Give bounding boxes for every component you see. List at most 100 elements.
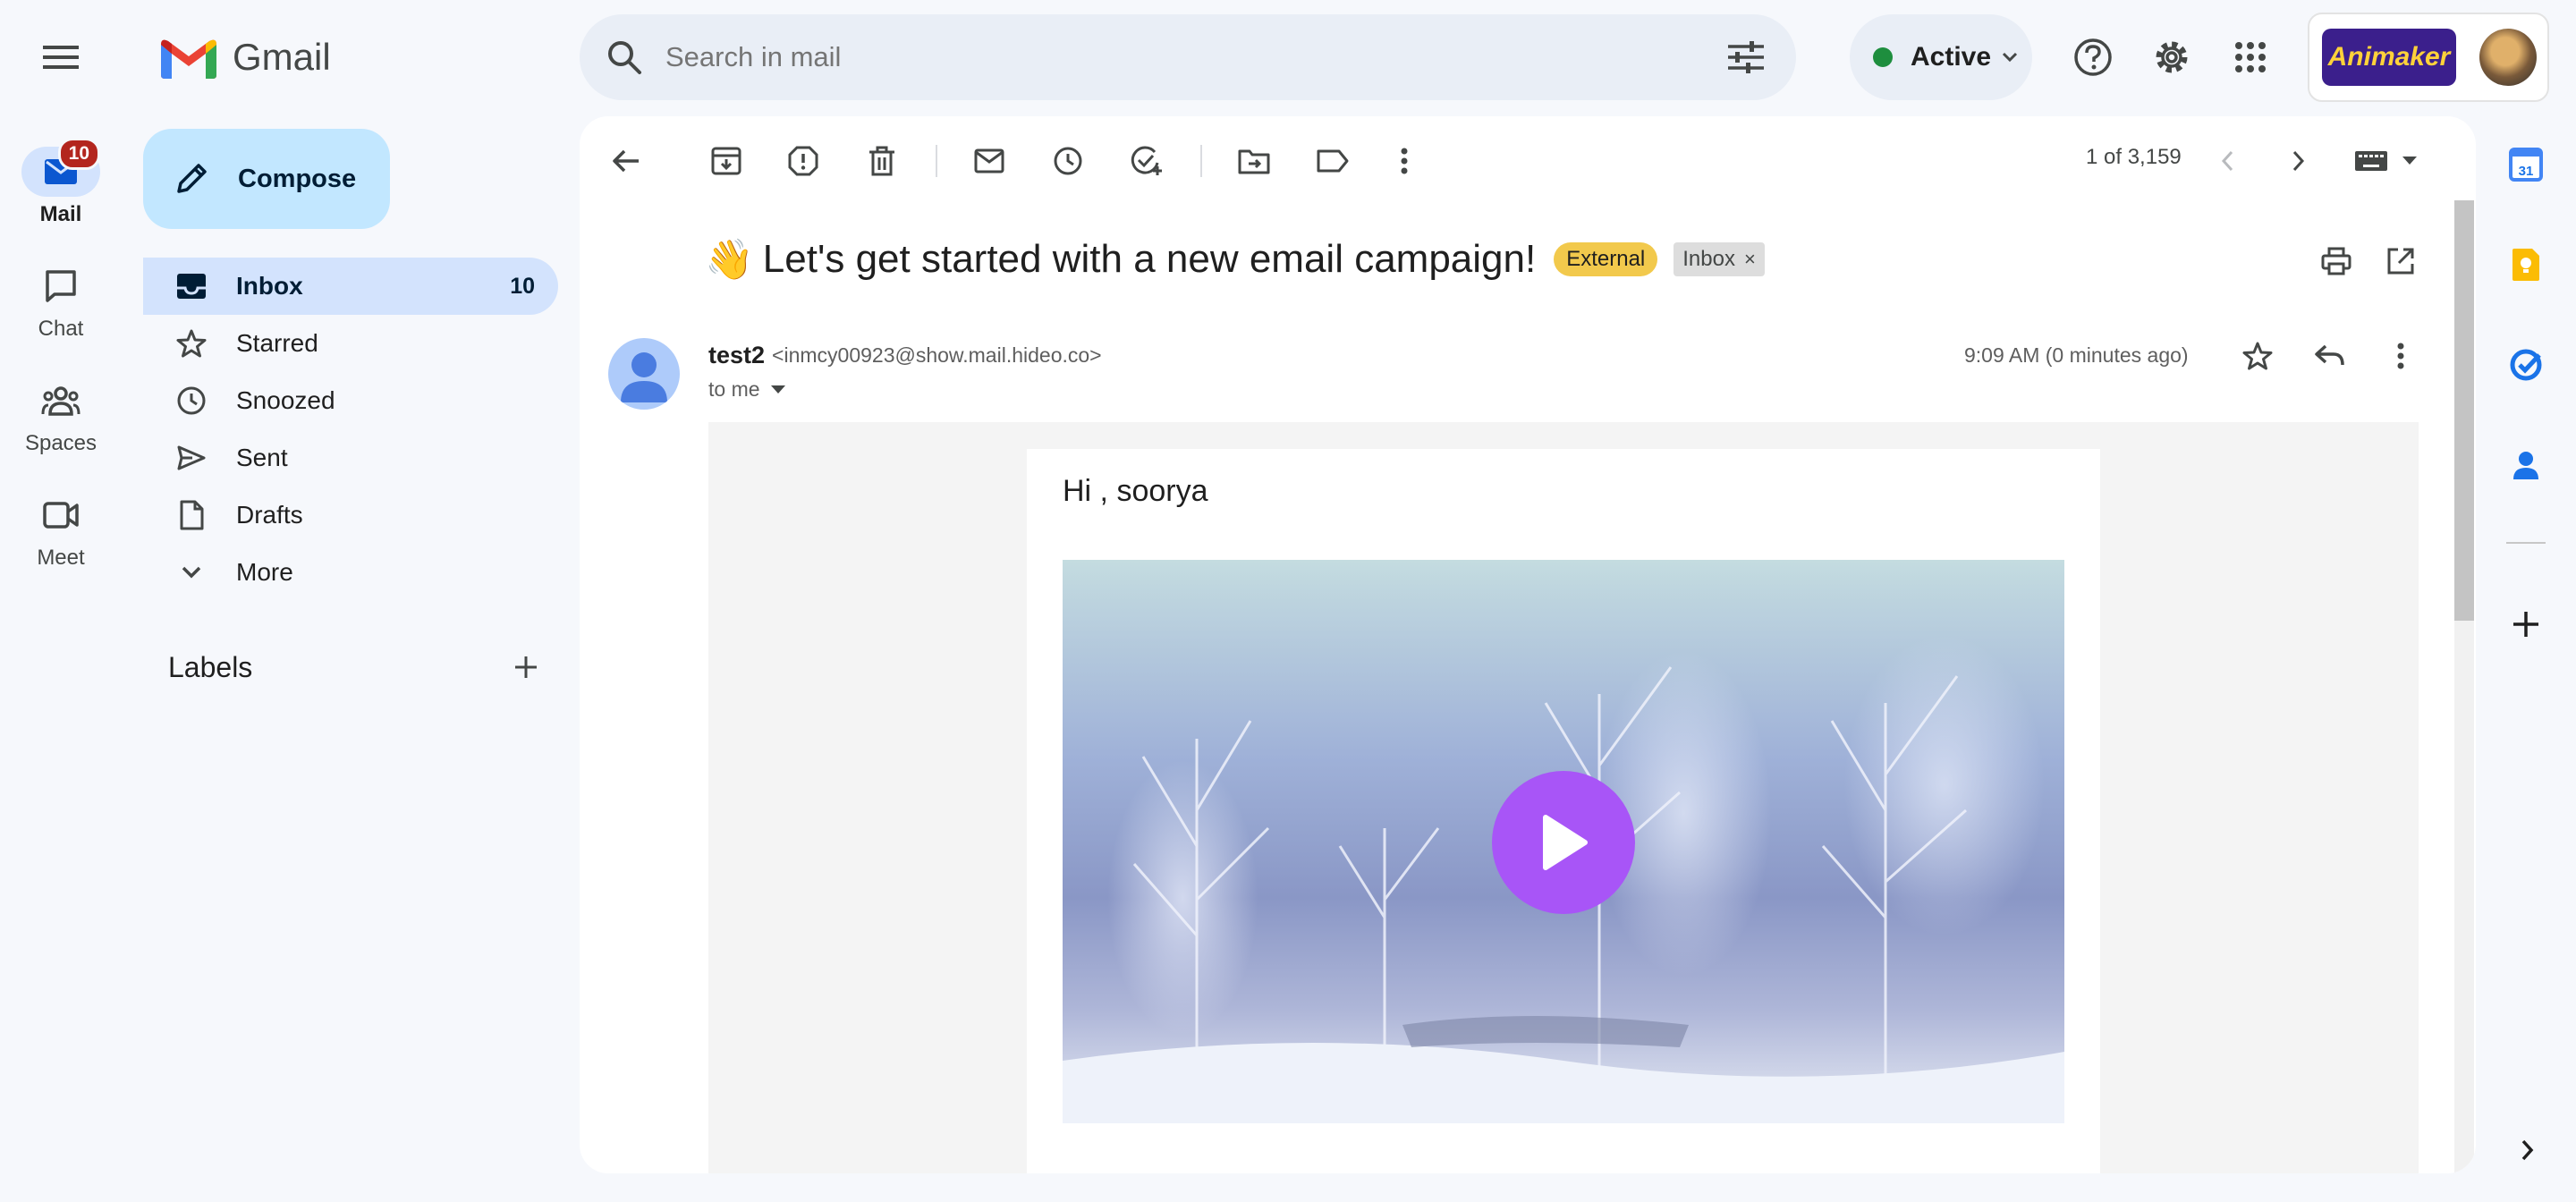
- message-more-button[interactable]: [2376, 331, 2426, 381]
- calendar-icon: 31: [2509, 148, 2543, 182]
- back-button[interactable]: [601, 136, 651, 186]
- rail-label-chat: Chat: [38, 317, 84, 341]
- video-thumbnail[interactable]: [1063, 560, 2064, 1123]
- label-icon: [1317, 149, 1349, 173]
- add-to-tasks-button[interactable]: [1122, 136, 1172, 186]
- calendar-addon[interactable]: 31: [2504, 143, 2547, 186]
- newsletter-content: Hi , soorya: [1027, 449, 2100, 1173]
- nav-label-more: More: [236, 558, 293, 586]
- pencil-icon: [177, 164, 207, 193]
- search-input[interactable]: [665, 41, 1649, 73]
- reply-button[interactable]: [2304, 331, 2354, 381]
- star-button[interactable]: [2233, 331, 2283, 381]
- status-selector[interactable]: Active: [1850, 14, 2032, 100]
- tasks-addon[interactable]: [2504, 343, 2547, 386]
- sender-name[interactable]: test2: [708, 342, 765, 369]
- rail-item-mail[interactable]: 10 Mail: [0, 138, 122, 227]
- hide-side-panel-button[interactable]: [2510, 1132, 2546, 1168]
- account-switcher[interactable]: Animaker: [2308, 13, 2549, 102]
- clock-icon: [177, 386, 206, 415]
- recipient-label: to me: [708, 377, 760, 401]
- status-label: Active: [1911, 42, 1992, 72]
- archive-button[interactable]: [701, 136, 751, 186]
- print-button[interactable]: [2311, 236, 2361, 286]
- nav-item-inbox[interactable]: Inbox 10: [143, 258, 558, 315]
- mail-outline-icon: [974, 148, 1004, 174]
- mark-unread-button[interactable]: [964, 136, 1014, 186]
- add-label-button[interactable]: [506, 648, 546, 687]
- email-timestamp: 9:09 AM (0 minutes ago): [1964, 343, 2189, 367]
- plus-icon: [2513, 612, 2538, 637]
- sender-avatar[interactable]: [608, 338, 680, 410]
- inbox-chip-label: Inbox: [1682, 247, 1735, 271]
- chevron-left-icon: [2221, 150, 2233, 172]
- more-vert-icon: [2397, 343, 2404, 369]
- spaces-icon: [41, 386, 80, 416]
- search-options-icon[interactable]: [1728, 41, 1764, 73]
- report-spam-button[interactable]: [778, 136, 828, 186]
- get-addons-button[interactable]: [2504, 603, 2547, 646]
- chat-icon: [46, 270, 76, 302]
- inbox-count: 10: [510, 273, 535, 299]
- toolbar-divider: [936, 145, 937, 177]
- snooze-button[interactable]: [1043, 136, 1093, 186]
- nav-item-sent[interactable]: Sent: [143, 429, 558, 487]
- svg-text:31: 31: [2519, 164, 2534, 179]
- rail-item-chat[interactable]: Chat: [0, 261, 122, 342]
- rail-label-meet: Meet: [37, 546, 85, 570]
- more-actions-button[interactable]: [1379, 136, 1429, 186]
- add-task-icon: [1131, 146, 1162, 175]
- rail-item-meet[interactable]: Meet: [0, 490, 122, 571]
- compose-button[interactable]: Compose: [143, 129, 390, 229]
- chevron-down-icon: [182, 566, 201, 579]
- clock-icon: [1054, 147, 1082, 175]
- move-to-button[interactable]: [1229, 136, 1279, 186]
- inbox-chip[interactable]: Inbox ×: [1674, 242, 1765, 276]
- compose-label: Compose: [238, 164, 357, 193]
- keep-addon[interactable]: [2504, 243, 2547, 286]
- scrollbar-track[interactable]: [2454, 200, 2474, 1173]
- labels-button[interactable]: [1308, 136, 1358, 186]
- recipient-details-toggle[interactable]: to me: [708, 377, 785, 402]
- input-tools-button[interactable]: [2345, 136, 2426, 186]
- message-panel: 1 of 3,159 👋 Let's get started with a ne…: [580, 116, 2476, 1173]
- nav-item-starred[interactable]: Starred: [143, 315, 558, 372]
- external-chip: External: [1554, 242, 1658, 276]
- remove-label-icon[interactable]: ×: [1744, 248, 1756, 271]
- caret-down-icon: [770, 385, 785, 394]
- gear-icon: [2156, 41, 2188, 73]
- plus-icon: [515, 656, 537, 678]
- apps-button[interactable]: [2224, 30, 2277, 84]
- gmail-logo[interactable]: Gmail: [161, 32, 331, 82]
- rail-item-spaces[interactable]: Spaces: [0, 376, 122, 456]
- chevron-down-icon: [2002, 52, 2018, 63]
- search-icon[interactable]: [606, 39, 642, 75]
- star-icon: [2242, 342, 2273, 370]
- open-in-new-icon: [2387, 248, 2414, 275]
- nav-label-snoozed: Snoozed: [236, 386, 335, 414]
- side-panel-divider: [2506, 542, 2546, 544]
- open-new-window-button[interactable]: [2376, 236, 2426, 286]
- caret-down-icon: [2402, 157, 2417, 165]
- play-button[interactable]: [1492, 771, 1635, 914]
- settings-button[interactable]: [2145, 30, 2199, 84]
- keyboard-icon: [2355, 151, 2387, 171]
- search-bar[interactable]: [580, 14, 1796, 100]
- scrollbar-thumb[interactable]: [2454, 200, 2474, 621]
- nav-item-snoozed[interactable]: Snoozed: [143, 372, 558, 429]
- help-button[interactable]: [2066, 30, 2120, 84]
- nav-item-drafts[interactable]: Drafts: [143, 487, 558, 544]
- contacts-addon[interactable]: [2504, 444, 2547, 487]
- pagination-text: 1 of 3,159: [2086, 145, 2182, 169]
- newer-button[interactable]: [2202, 136, 2252, 186]
- inbox-icon: [177, 274, 206, 299]
- sender-email: <inmcy00923@show.mail.hideo.co>: [772, 343, 1102, 367]
- apps-grid-icon: [2235, 42, 2266, 72]
- contacts-icon: [2513, 452, 2538, 479]
- older-button[interactable]: [2274, 136, 2324, 186]
- email-body-background: Hi , soorya: [708, 422, 2419, 1173]
- keep-icon: [2512, 249, 2539, 281]
- archive-icon: [711, 147, 741, 175]
- delete-button[interactable]: [857, 136, 907, 186]
- nav-item-more[interactable]: More: [143, 544, 558, 601]
